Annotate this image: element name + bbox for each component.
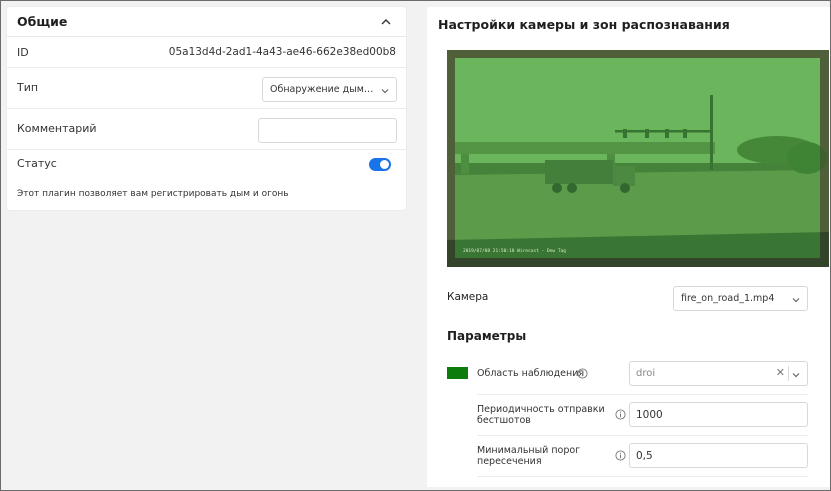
area-select[interactable]: droi ✕ (629, 361, 808, 386)
threshold-row: Минимальный порог пересечения (447, 443, 808, 469)
camera-settings-panel: Настройки камеры и зон распознавания 201… (427, 7, 830, 487)
type-row: Тип Обнаружение дыма и огня (7, 68, 406, 109)
status-label: Статус (17, 157, 57, 170)
threshold-label-line2: пересечения (477, 456, 542, 467)
area-row: Область наблюдения droi ✕ (447, 361, 808, 387)
burst-label: Периодичность отправки бестшотов (477, 404, 605, 426)
comment-input[interactable] (258, 118, 397, 143)
status-row: Статус (7, 150, 406, 178)
window-frame: Общие ID 05a13d4d-2ad1-4a43-ae46-662e38e… (0, 0, 831, 491)
divider (477, 435, 808, 436)
threshold-input[interactable] (629, 443, 808, 468)
id-row: ID 05a13d4d-2ad1-4a43-ae46-662e38ed00b8 (7, 38, 406, 68)
burst-row: Периодичность отправки бестшотов (447, 402, 808, 428)
camera-label: Камера (447, 291, 489, 303)
info-icon[interactable] (577, 368, 588, 379)
camera-select-value: fire_on_road_1.mp4 (681, 293, 775, 304)
clear-icon[interactable]: ✕ (776, 366, 785, 379)
info-icon[interactable] (615, 409, 626, 420)
divider (477, 476, 808, 477)
threshold-label: Минимальный порог пересечения (477, 445, 580, 467)
camera-settings-title: Настройки камеры и зон распознавания (438, 17, 730, 32)
comment-row: Комментарий (7, 109, 406, 150)
general-panel-title: Общие (17, 14, 68, 29)
plugin-description: Этот плагин позволяет вам регистрировать… (17, 189, 289, 199)
divider (477, 394, 808, 395)
chevron-down-icon[interactable] (791, 370, 801, 380)
status-toggle-knob (380, 160, 389, 169)
burst-label-line1: Периодичность отправки (477, 404, 605, 415)
threshold-label-line1: Минимальный порог (477, 445, 581, 456)
chevron-down-icon (792, 298, 800, 303)
chevron-up-icon[interactable] (380, 16, 392, 28)
id-label: ID (17, 46, 29, 59)
observation-zone-overlay (455, 58, 820, 258)
area-color-swatch[interactable] (447, 367, 468, 379)
select-separator (788, 366, 789, 381)
camera-frame-image (447, 50, 829, 267)
type-label: Тип (17, 81, 39, 94)
camera-preview[interactable]: 2019/07/08 21:50:18 Wirecast · Dew Tag (447, 50, 829, 267)
chevron-down-icon (381, 89, 389, 94)
general-panel-header[interactable]: Общие (7, 7, 406, 37)
burst-label-line2: бестшотов (477, 415, 531, 426)
area-label: Область наблюдения (477, 368, 585, 379)
camera-timestamp: 2019/07/08 21:50:18 Wirecast · Dew Tag (463, 249, 566, 254)
type-select[interactable]: Обнаружение дыма и огня (262, 77, 397, 102)
camera-select[interactable]: fire_on_road_1.mp4 (673, 286, 808, 311)
burst-input[interactable] (629, 402, 808, 427)
info-icon[interactable] (615, 450, 626, 461)
area-select-value: droi (636, 368, 656, 379)
comment-label: Комментарий (17, 122, 97, 135)
params-title: Параметры (447, 329, 527, 343)
general-panel: Общие ID 05a13d4d-2ad1-4a43-ae46-662e38e… (7, 7, 406, 210)
type-select-value: Обнаружение дыма и огня (270, 84, 378, 95)
status-toggle[interactable] (369, 158, 391, 171)
id-value: 05a13d4d-2ad1-4a43-ae46-662e38ed00b8 (168, 46, 396, 58)
